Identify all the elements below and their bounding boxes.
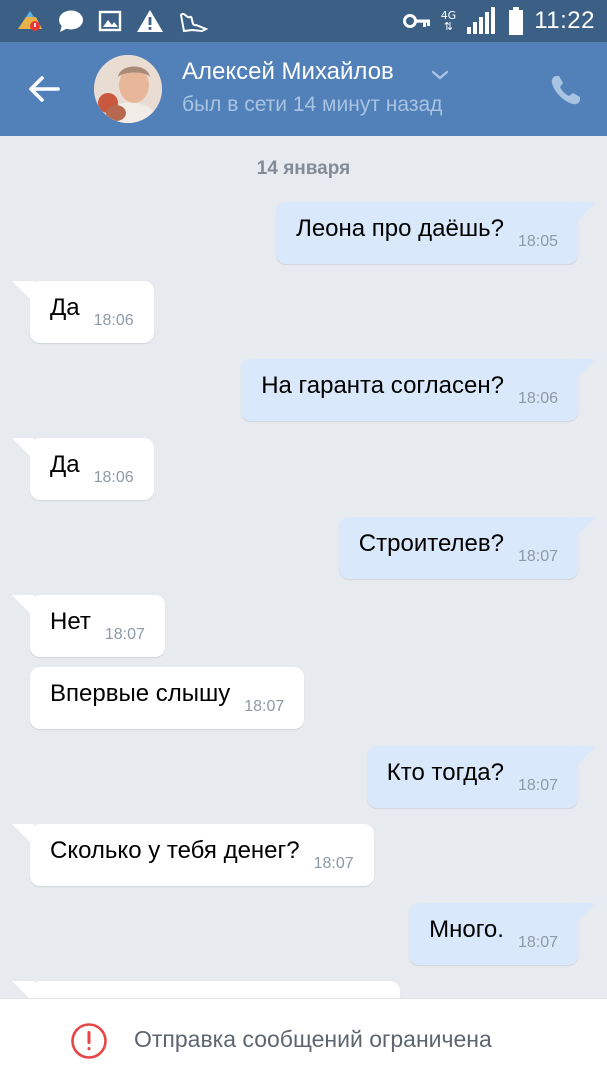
network-type: 4G ⇅ <box>440 9 457 33</box>
outgoing-message[interactable]: Много. 18:07 <box>409 903 596 965</box>
message-time: 18:05 <box>517 233 558 250</box>
status-bar-notifications <box>16 8 208 34</box>
bubble-tail <box>12 981 34 998</box>
message-time: 18:07 <box>517 934 558 951</box>
incoming-message[interactable]: Нет 18:07 <box>12 595 165 657</box>
signal-icon <box>467 7 496 34</box>
clock: 11:22 <box>534 7 595 34</box>
call-button[interactable] <box>548 72 584 108</box>
warning-icon <box>137 10 163 32</box>
message-time: 18:06 <box>93 469 134 486</box>
message-text: Кто тогда? <box>386 759 504 786</box>
bubble-tail <box>574 202 596 224</box>
incoming-message[interactable]: Да 18:06 <box>12 281 154 343</box>
bubble-tail <box>574 359 596 381</box>
message-text: Да <box>50 294 80 321</box>
incoming-message[interactable]: Да 18:06 <box>12 438 154 500</box>
outgoing-message[interactable]: На гаранта согласен? 18:06 <box>241 359 596 421</box>
message-text: На гаранта согласен? <box>261 372 504 399</box>
message-text: Много. <box>429 916 504 943</box>
message-time: 18:06 <box>93 312 134 329</box>
alert-circle-icon <box>71 1023 107 1059</box>
back-button[interactable] <box>24 69 64 109</box>
outgoing-message[interactable]: Строителев? 18:07 <box>338 517 596 579</box>
message-time: 18:06 <box>517 390 558 407</box>
message-text: Да <box>50 451 80 478</box>
messaging-restricted-banner: Отправка сообщений ограничена <box>0 998 607 1081</box>
message-time: 18:07 <box>517 548 558 565</box>
back-arrow-icon <box>29 76 60 102</box>
message-time: 18:07 <box>517 777 558 794</box>
status-bar-system: 4G ⇅ 11:22 <box>402 6 595 36</box>
battery-icon <box>509 7 524 35</box>
key-icon <box>402 14 430 28</box>
message-text: Сколько у тебя денег? <box>50 837 300 864</box>
avatar[interactable] <box>94 55 162 123</box>
image-icon <box>98 10 122 32</box>
chat-icon <box>59 10 83 32</box>
contact-name[interactable]: Алексей Михайлов <box>182 58 394 86</box>
date-separator: 14 января <box>256 158 351 179</box>
incoming-message[interactable]: Впервые слышу 18:07 <box>30 667 305 729</box>
outgoing-message[interactable]: Кто тогда? 18:07 <box>366 746 596 808</box>
outgoing-message[interactable]: Леона про даёшь? 18:05 <box>276 202 596 264</box>
message-text: Леона про даёшь? <box>296 215 504 242</box>
notification-icon <box>179 12 208 33</box>
message-text: Строителев? <box>358 530 504 557</box>
incoming-message-partial[interactable] <box>12 981 400 998</box>
phone-icon <box>551 76 580 105</box>
chat-header: Алексей Михайлов был в сети 14 минут наз… <box>0 42 607 136</box>
status-bar: 4G ⇅ 11:22 <box>0 0 607 42</box>
message-text: Впервые слышу <box>50 680 231 707</box>
bubble-tail <box>574 517 596 539</box>
restriction-text: Отправка сообщений ограничена <box>134 1026 492 1052</box>
last-seen-status: был в сети 14 минут назад <box>182 93 443 116</box>
cleaner-app-icon <box>18 11 42 31</box>
incoming-message[interactable]: Сколько у тебя денег? 18:07 <box>12 824 374 886</box>
message-list[interactable]: 14 января Леона про даёшь? 18:05 Да 18:0… <box>0 136 607 998</box>
message-time: 18:07 <box>313 855 354 872</box>
bubble-tail <box>574 746 596 768</box>
message-time: 18:07 <box>244 698 285 715</box>
chevron-down-icon[interactable] <box>430 68 450 82</box>
message-text: Нет <box>50 608 91 635</box>
bubble-tail <box>574 903 596 925</box>
message-time: 18:07 <box>104 626 145 643</box>
